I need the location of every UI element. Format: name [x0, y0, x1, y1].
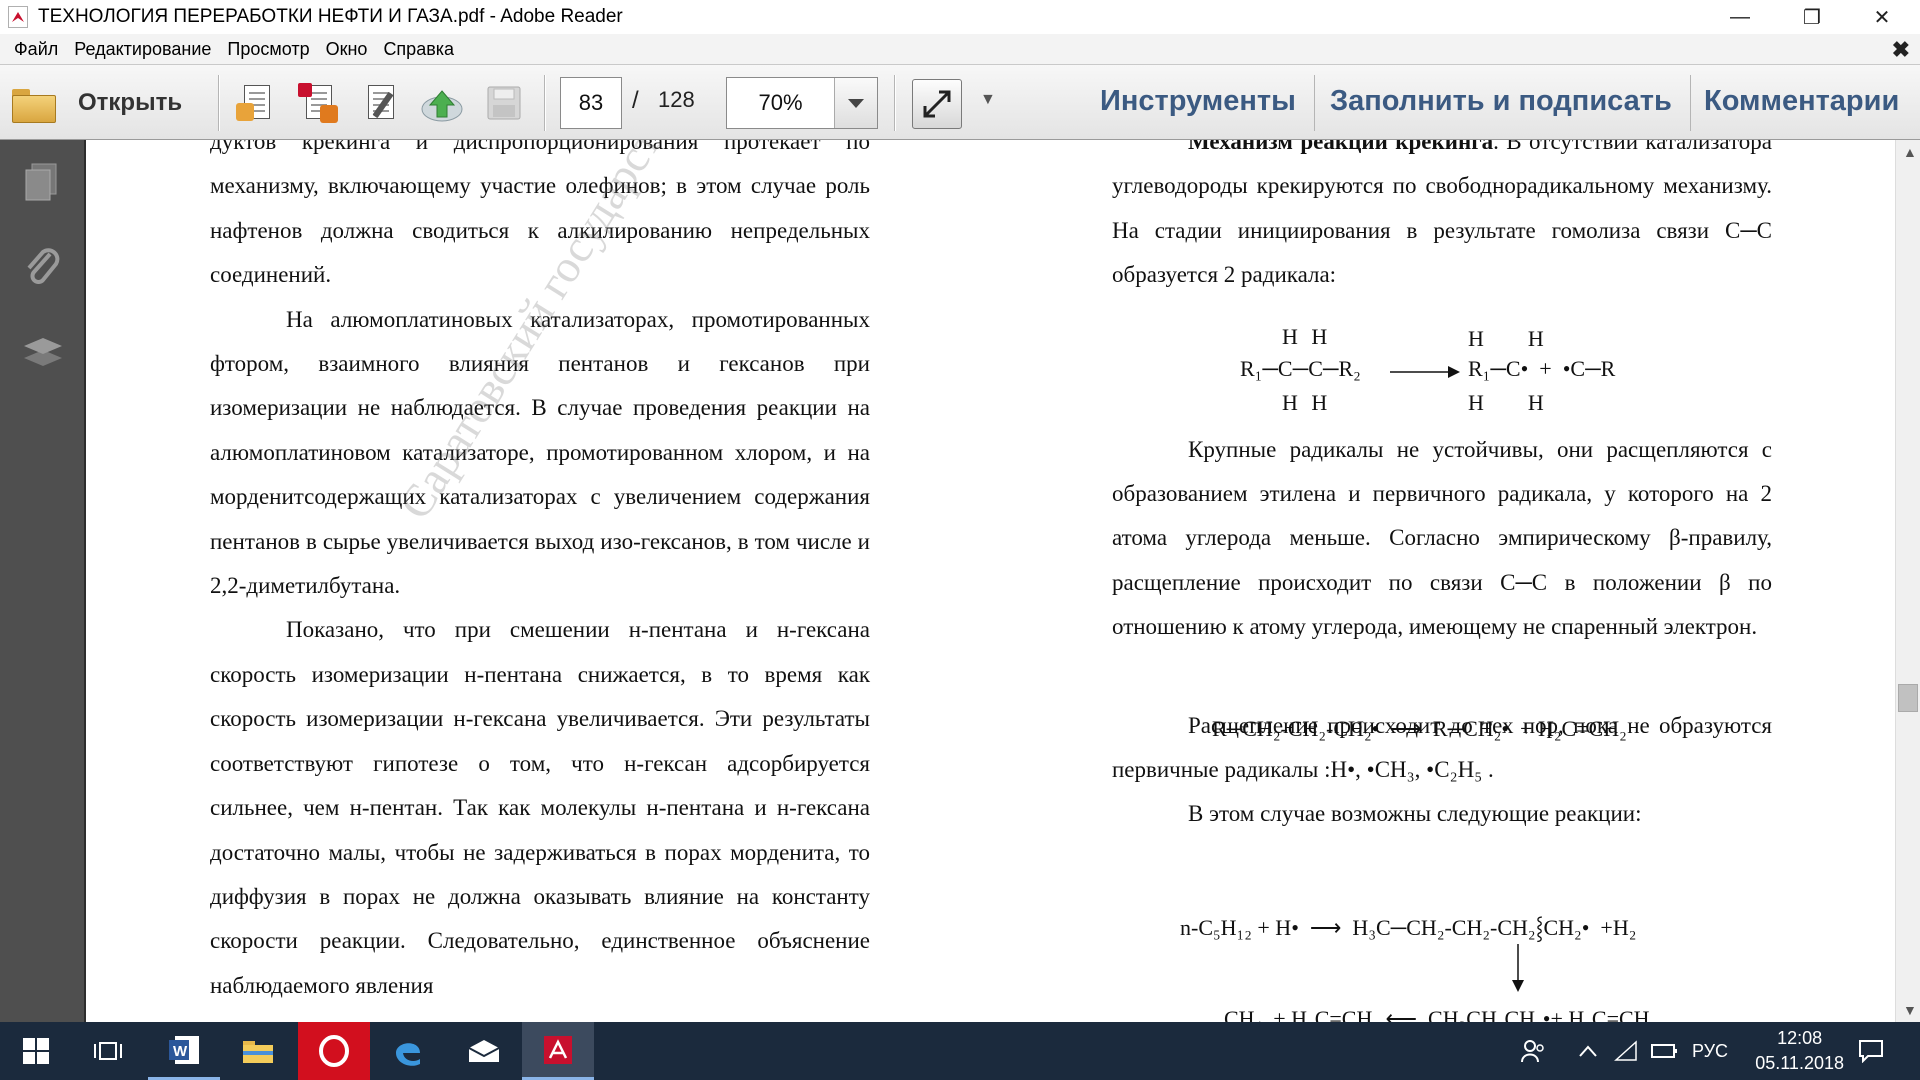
language-indicator[interactable]: РУС — [1692, 1022, 1728, 1080]
minimize-button[interactable]: — — [1710, 0, 1770, 34]
edit-document-icon[interactable] — [360, 83, 402, 125]
vertical-scrollbar[interactable]: ▲ ▼ — [1895, 140, 1920, 1022]
network-icon[interactable] — [1614, 1022, 1638, 1080]
paragraph: дуктов крекинга и диспропорционирования … — [210, 140, 870, 288]
paragraph: На алюмоплатиновых катализаторах, промот… — [210, 306, 870, 599]
attachments-icon[interactable] — [20, 244, 66, 290]
taskbar: W РУС 12:08 05.11.2018 — [0, 1022, 1920, 1080]
open-label: Открыть — [78, 89, 183, 116]
adobe-pdf-icon — [544, 1035, 572, 1064]
clock-date: 05.11.2018 — [1755, 1053, 1844, 1073]
scroll-down-icon[interactable]: ▼ — [1903, 1002, 1917, 1018]
fullscreen-button[interactable] — [912, 79, 962, 129]
battery-icon[interactable] — [1650, 1022, 1678, 1080]
formula-left: R₁─C─C─R₂ — [1240, 356, 1361, 381]
formula-top-h: H H — [1282, 324, 1332, 349]
edge-icon — [396, 1043, 420, 1066]
menu-bar: Файл Редактирование Просмотр Окно Справк… — [0, 34, 1920, 64]
formula-bottom-h: H H — [1282, 390, 1332, 415]
file-explorer-icon — [243, 1041, 273, 1063]
close-button[interactable]: ✕ — [1852, 0, 1912, 34]
page-separator: / — [632, 87, 639, 114]
toolbar-divider — [1690, 75, 1691, 131]
expand-icon — [923, 90, 951, 118]
print-icon[interactable] — [298, 83, 340, 125]
start-button[interactable] — [0, 1022, 72, 1080]
paragraph: Механизм реакции крекинга. В отсутствии … — [1112, 140, 1772, 298]
scroll-up-icon[interactable]: ▲ — [1903, 144, 1917, 160]
zoom-select[interactable]: 70% — [726, 77, 878, 129]
left-text-column: дуктов крекинга и диспропорционирования … — [210, 140, 870, 1008]
people-icon[interactable] — [1520, 1022, 1546, 1080]
opera-icon — [319, 1035, 349, 1067]
toolbar-options-icon[interactable]: ▼ — [980, 91, 996, 109]
mail-icon — [468, 1040, 500, 1062]
task-view-button[interactable] — [72, 1022, 144, 1080]
toolbar-divider — [544, 75, 545, 131]
folder-icon — [10, 85, 56, 123]
toolbar-divider — [1314, 75, 1315, 131]
page-number-input[interactable]: 83 — [560, 77, 622, 129]
task-view-icon — [94, 1042, 122, 1060]
toolbar: Открыть 83 / 128 70% ▼ Инструменты Запол… — [0, 64, 1920, 140]
clock[interactable]: 12:08 05.11.2018 — [1755, 1026, 1844, 1076]
menu-help[interactable]: Справка — [375, 39, 462, 60]
menu-view[interactable]: Просмотр — [219, 39, 317, 60]
open-button[interactable]: Открыть — [10, 77, 182, 129]
create-pdf-icon[interactable] — [236, 83, 278, 125]
menu-edit[interactable]: Редактирование — [66, 39, 219, 60]
fill-and-sign-tab[interactable]: Заполнить и подписать — [1330, 85, 1672, 118]
edge-app[interactable] — [372, 1022, 444, 1080]
title-bar: ТЕХНОЛОГИЯ ПЕРЕРАБОТКИ НЕФТИ И ГАЗА.pdf … — [0, 0, 1920, 34]
zoom-value[interactable]: 70% — [727, 78, 835, 128]
formula-spacer — [1112, 650, 1772, 704]
paragraph: Показано, что при смешении н-пентана и н… — [210, 617, 870, 998]
svg-text:W: W — [173, 1043, 188, 1060]
arrow-right-icon — [1390, 366, 1460, 378]
notification-icon[interactable] — [1858, 1022, 1884, 1080]
scrollbar-thumb[interactable] — [1898, 684, 1918, 712]
chevron-down-icon[interactable] — [835, 78, 877, 128]
window-title: ТЕХНОЛОГИЯ ПЕРЕРАБОТКИ НЕФТИ И ГАЗА.pdf … — [38, 6, 623, 27]
file-explorer-app[interactable] — [222, 1022, 294, 1080]
paragraph: Крупные радикалы не устойчивы, они расще… — [1112, 436, 1772, 640]
page-total: 128 — [658, 87, 695, 112]
clock-time: 12:08 — [1777, 1028, 1823, 1048]
adobe-reader-icon — [8, 6, 28, 28]
toolbar-divider — [894, 75, 895, 131]
formula-right-bottom: H H — [1468, 390, 1544, 415]
comments-tab[interactable]: Комментарии — [1704, 85, 1899, 118]
opera-app[interactable] — [298, 1022, 370, 1080]
word-app[interactable]: W — [148, 1022, 220, 1080]
formula-right-top: H H — [1468, 326, 1544, 351]
adobe-reader-app[interactable] — [522, 1022, 594, 1080]
toolbar-divider — [218, 75, 219, 131]
mail-app[interactable] — [448, 1022, 520, 1080]
formula-pentane: n-C₅H₁₂ + H• ⟶ H₃C─CH₂-CH₂-CH₂⸾CH₂• +H₂ — [1180, 915, 1637, 940]
upload-cloud-icon[interactable] — [420, 83, 463, 125]
arrow-down-icon — [1512, 944, 1524, 992]
close-document-button[interactable]: ✖ — [1892, 37, 1910, 63]
chevron-up-icon[interactable] — [1578, 1022, 1598, 1080]
formula-beta-scission: R─CH₂-CH₂-CH₂• ⟶ R─CH₂• + H₂C=CH₂ — [1212, 716, 1627, 741]
navigation-pane — [0, 140, 86, 1022]
menu-file[interactable]: Файл — [6, 39, 66, 60]
windows-icon — [23, 1038, 49, 1064]
document-view[interactable]: дуктов крекинга и диспропорционирования … — [88, 140, 1895, 1022]
save-icon[interactable] — [484, 83, 526, 125]
section-heading: Механизм реакции крекинга — [1188, 140, 1494, 154]
page-thumbnails-icon[interactable] — [20, 160, 66, 206]
formula-cracking-products: CH₄ + H₂C=CH₂ ⟵ CH₃CH₂CH₂•+ H₂C=CH₂ — [1224, 1006, 1658, 1022]
menu-window[interactable]: Окно — [318, 39, 376, 60]
restore-button[interactable]: ❐ — [1782, 0, 1842, 34]
layers-icon[interactable] — [20, 330, 66, 376]
word-icon: W — [169, 1035, 199, 1064]
formula-right: R₁─C• + •C─R — [1468, 356, 1616, 381]
paragraph: В этом случае возможны следующие реакции… — [1188, 801, 1642, 827]
tools-tab[interactable]: Инструменты — [1100, 85, 1296, 118]
